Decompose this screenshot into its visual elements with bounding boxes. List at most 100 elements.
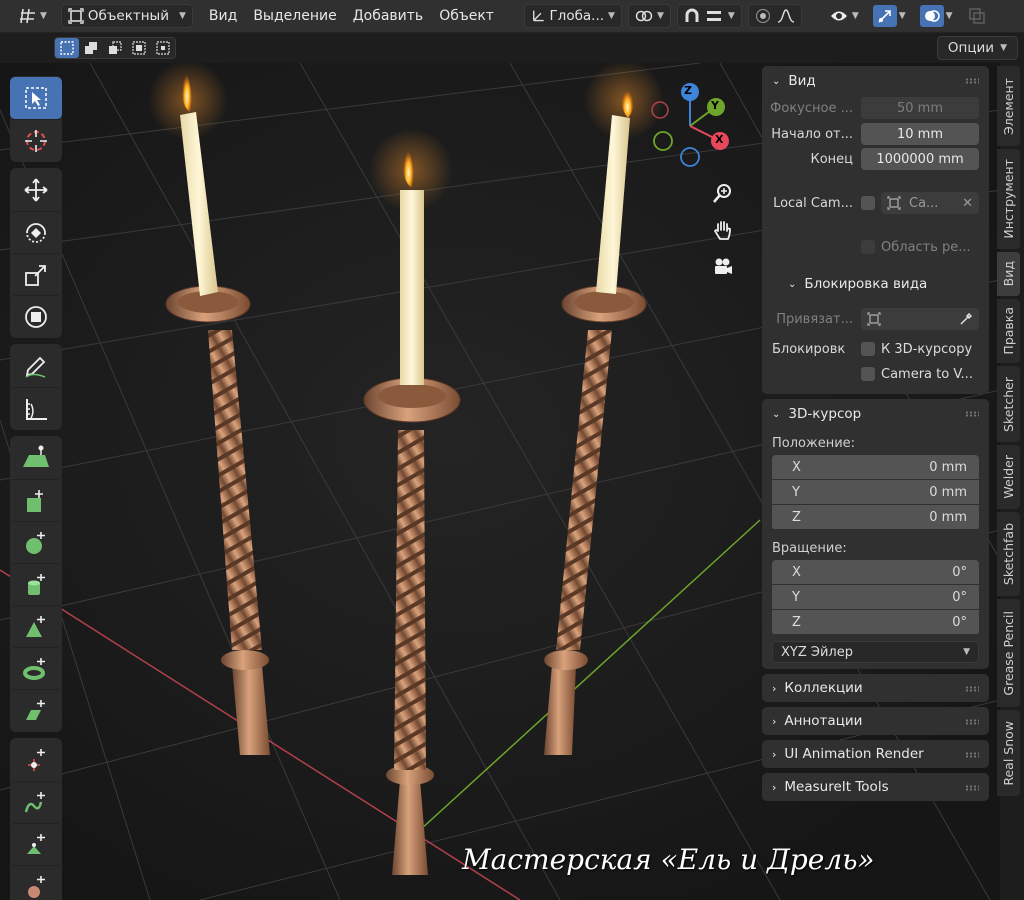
select-box-icon [25,87,47,109]
gizmo-neg-y[interactable] [653,131,673,151]
lock-subpanel-header[interactable]: ⌄ Блокировка вида [762,269,989,299]
select-box-tool[interactable] [10,77,62,119]
add-cylinder-tool[interactable] [10,563,62,605]
tab-sketcher[interactable]: Sketcher [997,366,1020,442]
axis-label: X [792,459,801,475]
move-tool[interactable] [10,169,62,211]
camera-to-view-option[interactable]: Camera to V... [861,367,973,382]
add-sphere-tool[interactable] [10,521,62,563]
add-plane-tool[interactable] [10,437,62,479]
clip-start-label: Начало от... [771,126,853,142]
transform-orientation-select[interactable]: Глоба... ▼ [523,4,622,28]
location-y-field[interactable]: Y 0 mm [772,480,979,504]
extra-tool-1[interactable] [10,739,62,781]
transform-tool[interactable] [10,295,62,337]
local-camera-value: Ca... [909,195,939,211]
eyedropper-icon[interactable] [959,312,973,326]
zoom-button[interactable] [708,178,738,208]
collections-panel-header[interactable]: › Коллекции [762,674,989,702]
add-cube-tool[interactable] [10,479,62,521]
lock-cursor-checkbox[interactable] [861,342,875,356]
annotations-panel-title: Аннотации [784,713,863,729]
extra-tool-2[interactable] [10,781,62,823]
tab-edit[interactable]: Правка [997,299,1020,363]
view-panel-header[interactable]: ⌄ Вид [762,66,989,96]
axis-value: 0 mm [929,484,967,500]
measureit-panel-header[interactable]: › MeasureIt Tools [762,773,989,801]
cursor-tool[interactable] [10,119,62,161]
rotation-x-field[interactable]: X 0° [772,560,979,584]
tab-item[interactable]: Элемент [997,66,1020,146]
pan-button[interactable] [708,215,738,245]
tab-tool[interactable]: Инструмент [997,149,1020,249]
rotation-mode-select[interactable]: XYZ Эйлер ▼ [772,641,979,663]
gizmo-neg-z[interactable] [680,147,700,167]
location-x-field[interactable]: X 0 mm [772,455,979,479]
rotation-z-field[interactable]: Z 0° [772,610,979,634]
measureit-panel[interactable]: › MeasureIt Tools [762,773,989,801]
tab-real-snow[interactable]: Real Snow [997,710,1020,796]
chevron-right-icon: › [772,681,777,695]
close-icon[interactable]: ✕ [962,196,973,211]
ui-animation-render-header[interactable]: › UI Animation Render [762,740,989,768]
add-cube-icon [27,489,43,512]
select-extend-button[interactable] [79,38,103,58]
select-invert-button[interactable] [127,38,151,58]
grip-icon [965,686,979,692]
location-z-field[interactable]: Z 0 mm [772,505,979,529]
add-cone-tool[interactable] [10,605,62,647]
options-dropdown[interactable]: Опции ▼ [936,36,1018,60]
collections-panel[interactable]: › Коллекции [762,674,989,702]
render-region-option[interactable]: Область ре... [861,240,971,255]
tab-grease-pencil[interactable]: Grease Pencil [997,599,1020,707]
add-torus-tool[interactable] [10,647,62,689]
menu-add[interactable]: Добавить [345,4,431,28]
visibility-button[interactable]: ▼ [824,4,865,28]
rotation-y-field[interactable]: Y 0° [772,585,979,609]
editor-type-button[interactable]: ▼ [14,4,53,28]
select-intersect-icon [156,41,170,55]
xray-toggle[interactable] [963,4,991,28]
menu-view[interactable]: Вид [201,4,245,28]
annotations-panel[interactable]: › Аннотации [762,707,989,735]
overlays-toggle[interactable]: ▼ [914,4,959,28]
local-camera-checkbox[interactable] [861,196,875,210]
snap-group[interactable]: ▼ [676,4,742,28]
rotate-tool[interactable] [10,211,62,253]
extra-tool-4[interactable] [10,865,62,900]
measure-tool[interactable] [10,387,62,429]
render-region-checkbox[interactable] [861,240,875,254]
gizmo-toggle[interactable]: ▼ [867,4,912,28]
proportional-edit-group[interactable] [747,4,802,28]
scale-tool[interactable] [10,253,62,295]
select-extend-icon [85,42,97,54]
clip-start-field[interactable]: 10 mm [861,123,979,145]
menu-object[interactable]: Объект [431,4,502,28]
tab-welder[interactable]: Welder [997,445,1020,509]
local-camera-field[interactable]: Ca... ✕ [881,192,979,214]
menu-select[interactable]: Выделение [245,4,344,28]
cursor-panel-header[interactable]: ⌄ 3D-курсор [762,399,989,429]
tab-sketchfab[interactable]: Sketchfab [997,512,1020,596]
clip-end-field[interactable]: 1000000 mm [861,148,979,170]
ui-animation-render-panel[interactable]: › UI Animation Render [762,740,989,768]
camera-view-button[interactable] [708,252,738,282]
tab-view[interactable]: Вид [997,252,1020,296]
annotations-panel-header[interactable]: › Аннотации [762,707,989,735]
focal-length-field[interactable]: 50 mm [861,97,979,119]
lock-cursor-row: Блокировк К 3D-курсору [762,337,989,361]
select-subtract-button[interactable] [103,38,127,58]
select-intersect-button[interactable] [151,38,175,58]
add-prism-tool[interactable] [10,689,62,731]
extra-tool-3[interactable] [10,823,62,865]
camera-to-view-checkbox[interactable] [861,367,875,381]
select-new-button[interactable] [55,38,79,58]
tab-item-label: Элемент [1001,77,1016,135]
location-vector: X 0 mm Y 0 mm Z 0 mm [772,455,979,530]
pivot-point-select[interactable]: ▼ [627,4,671,28]
annotate-tool[interactable] [10,345,62,387]
grip-icon [965,719,979,725]
mode-select[interactable]: Объектный ▼ [60,4,193,28]
lock-cursor-option[interactable]: К 3D-курсору [861,342,972,357]
lock-object-field[interactable] [861,308,979,330]
